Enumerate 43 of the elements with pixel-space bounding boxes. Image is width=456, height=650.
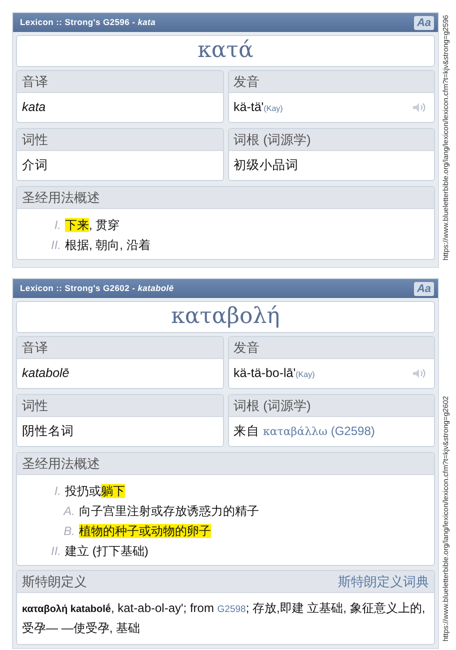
list-marker: I.	[53, 483, 61, 500]
root-word-link[interactable]: καταβάλλω	[262, 425, 328, 438]
usage-text: 向子宫里注射或存放诱惑力的精子	[79, 503, 259, 520]
usage-text: 根据, 朝向, 沿着	[65, 237, 150, 254]
usage-text: 下来, 贯穿	[65, 217, 120, 234]
field-label: 词性	[17, 395, 222, 417]
field-value: katabolē	[22, 365, 70, 382]
definition-label: 斯特朗定义	[22, 573, 87, 591]
panel-title: Lexicon :: Strong's G2602 - katabolē	[20, 282, 174, 295]
usage-text: 建立 (打下基础)	[65, 543, 148, 560]
speaker-icon[interactable]	[412, 102, 426, 113]
list-marker: I.	[53, 217, 61, 234]
field-value: kä-tä-bo-lā'(Kay)	[234, 365, 315, 382]
list-marker: II.	[50, 237, 61, 254]
field-value: kä-tä'(Kay)	[234, 99, 283, 116]
usage-text: 植物的种子或动物的卵子	[79, 523, 211, 540]
list-marker: II.	[50, 543, 61, 560]
field-label: 发音	[228, 337, 434, 359]
field-value: 阴性名词	[22, 423, 74, 440]
definition-text: καταβολή katabolḗ, kat-ab-ol-ay'; from G2598; 存放,即建 立基础, 象征意义上的, 受孕— —使受孕, 基础	[22, 601, 426, 635]
field-value: 介词	[22, 157, 48, 174]
greek-word: κατά	[16, 35, 435, 67]
field-label: 词根 (词源学)	[228, 129, 434, 151]
field-label: 词性	[17, 129, 222, 151]
strongs-link[interactable]: G2598	[217, 604, 246, 615]
field-value: 来自 καταβάλλω (G2598)	[234, 423, 375, 440]
usage-label: 圣经用法概述	[17, 187, 434, 209]
greek-word: καταβολή	[16, 301, 435, 333]
font-size-button[interactable]: Aa	[414, 16, 434, 30]
field-label: 音译	[17, 71, 222, 93]
font-size-button[interactable]: Aa	[414, 282, 434, 296]
usage-label: 圣经用法概述	[17, 453, 434, 475]
field-label: 词根 (词源学)	[228, 395, 434, 417]
usage-text: 投扔或躺下	[65, 483, 125, 500]
field-value: 初级小品词	[234, 157, 298, 174]
list-marker: A.	[62, 503, 75, 520]
list-marker: B.	[62, 523, 75, 540]
field-label: 音译	[17, 337, 222, 359]
speaker-icon[interactable]	[412, 368, 426, 379]
field-value: kata	[22, 99, 46, 116]
panel-title: Lexicon :: Strong's G2596 - kata	[20, 16, 156, 29]
field-label: 发音	[228, 71, 434, 93]
dictionary-link[interactable]: 斯特朗定义词典	[338, 572, 429, 591]
